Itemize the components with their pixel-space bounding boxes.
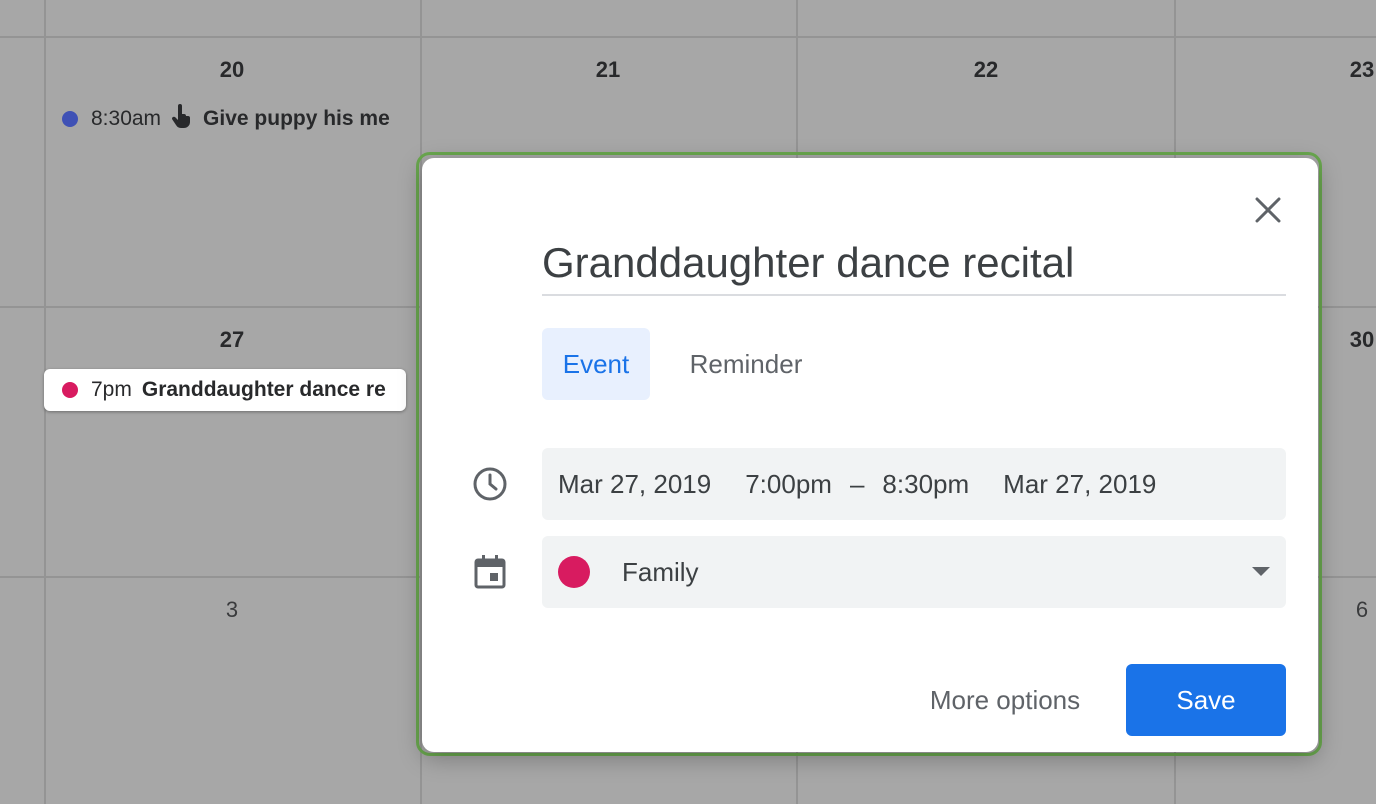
day-number[interactable]: 27 bbox=[202, 327, 262, 353]
end-date[interactable]: Mar 27, 2019 bbox=[1003, 469, 1156, 500]
start-time[interactable]: 7:00pm bbox=[745, 469, 832, 500]
day-number[interactable]: 3 bbox=[202, 597, 262, 623]
chevron-down-icon bbox=[1252, 567, 1270, 576]
calendar-select[interactable]: Family bbox=[542, 536, 1286, 608]
day-number[interactable]: 6 bbox=[1332, 597, 1376, 623]
day-number[interactable]: 21 bbox=[578, 57, 638, 83]
event-time: 7pm bbox=[91, 378, 132, 401]
clock-icon bbox=[470, 464, 510, 504]
day-number[interactable]: 23 bbox=[1332, 57, 1376, 83]
close-icon bbox=[1255, 197, 1281, 223]
event-color-dot bbox=[62, 111, 78, 127]
quick-event-dialog: Event Reminder Mar 27, 2019 7:00pm – 8:3… bbox=[422, 158, 1318, 752]
event-chip-granddaughter-recital[interactable]: 7pm Granddaughter dance re bbox=[44, 369, 406, 411]
grid-line bbox=[0, 36, 1376, 38]
event-color-dot bbox=[62, 382, 78, 398]
time-separator: – bbox=[849, 468, 865, 499]
tab-reminder[interactable]: Reminder bbox=[666, 328, 826, 400]
event-title: Give puppy his me bbox=[203, 107, 390, 130]
start-date[interactable]: Mar 27, 2019 bbox=[558, 469, 711, 500]
event-chip-give-puppy[interactable]: 8:30am Give puppy his me bbox=[44, 98, 406, 140]
date-time-row: Mar 27, 2019 7:00pm – 8:30pm Mar 27, 201… bbox=[542, 448, 1286, 520]
event-title-input[interactable] bbox=[542, 232, 1286, 296]
day-number[interactable]: 20 bbox=[202, 57, 262, 83]
more-options-button[interactable]: More options bbox=[900, 664, 1110, 736]
calendar-icon bbox=[470, 552, 510, 592]
event-time: 8:30am bbox=[91, 107, 162, 130]
close-button[interactable] bbox=[1248, 190, 1288, 230]
end-time[interactable]: 8:30pm bbox=[882, 469, 969, 500]
tab-event[interactable]: Event bbox=[542, 328, 650, 400]
calendar-color-dot bbox=[558, 556, 590, 588]
hand-pointer-icon bbox=[171, 103, 193, 135]
day-number[interactable]: 30 bbox=[1332, 327, 1376, 353]
event-title: Granddaughter dance re bbox=[141, 378, 386, 401]
calendar-name: Family bbox=[622, 556, 699, 587]
save-button[interactable]: Save bbox=[1126, 664, 1286, 736]
day-number[interactable]: 22 bbox=[956, 57, 1016, 83]
